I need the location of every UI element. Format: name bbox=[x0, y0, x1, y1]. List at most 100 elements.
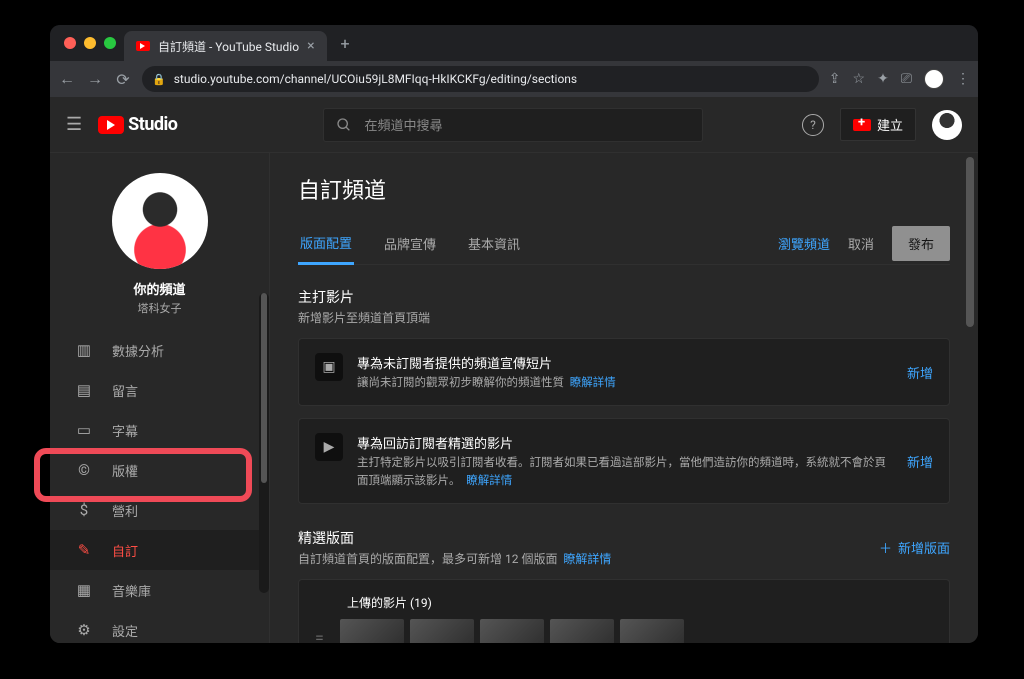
featured-video-card: ▶ 專為回訪訂閱者精選的影片 主打特定影片以吸引訂閱者收看。訂閱者如果已看過這部… bbox=[298, 418, 950, 504]
sidebar-item-label: 營利 bbox=[112, 501, 138, 520]
uploads-title: 上傳的影片 (19) bbox=[347, 594, 933, 611]
featured-sections-header: 精選版面 自訂頻道首頁的版面配置，最多可新增 12 個版面 瞭解詳情 ＋ 新增版… bbox=[298, 528, 950, 567]
url-text: studio.youtube.com/channel/UCOiu59jL8MFI… bbox=[174, 72, 577, 86]
sidebar-item-library[interactable]: ▦ 音樂庫 bbox=[50, 570, 269, 610]
sidebar-item-comment[interactable]: ▤留言 bbox=[50, 370, 269, 410]
share-icon[interactable]: ⇪ bbox=[829, 71, 841, 87]
window-controls[interactable] bbox=[58, 37, 124, 49]
tab-strip: 自訂頻道 - YouTube Studio × + bbox=[50, 25, 978, 61]
featured-sub: 自訂頻道首頁的版面配置，最多可新增 12 個版面 bbox=[298, 552, 557, 566]
sidebar-item-bar-chart[interactable]: ▥ 數據分析 bbox=[50, 330, 269, 370]
search-icon bbox=[336, 117, 352, 133]
card-title: 專為未訂閱者提供的頻道宣傳短片 bbox=[357, 353, 893, 372]
gear-icon: ⚙ bbox=[74, 621, 94, 639]
bar-chart-icon: ▥ bbox=[74, 341, 94, 359]
sidebar-item-gear[interactable]: ⚙ 設定 bbox=[50, 610, 269, 643]
learn-more-link[interactable]: 瞭解詳情 bbox=[466, 473, 512, 487]
uploads-section: 上傳的影片 (19) = 2:120:351:260:101:19 bbox=[298, 579, 950, 643]
address-bar[interactable]: 🔒 studio.youtube.com/channel/UCOiu59jL8M… bbox=[142, 66, 819, 92]
library-icon: ▦ bbox=[74, 581, 94, 599]
new-tab-button[interactable]: + bbox=[341, 34, 350, 53]
studio-logo[interactable]: Studio bbox=[98, 114, 177, 135]
add-button[interactable]: 新增 bbox=[907, 363, 933, 382]
sidebar-item-label: 數據分析 bbox=[112, 341, 164, 360]
learn-more-link[interactable]: 瞭解詳情 bbox=[563, 552, 611, 566]
sidebar-item-copyright[interactable]: © 版權 bbox=[50, 450, 269, 490]
video-icon: ▶ bbox=[315, 433, 343, 461]
dollar-icon: $ bbox=[74, 501, 94, 519]
forward-icon[interactable]: → bbox=[86, 69, 104, 89]
app-header: ☰ Studio 在頻道中搜尋 ? 建立 bbox=[50, 97, 978, 153]
video-thumbnail[interactable]: 1:19 bbox=[620, 619, 684, 643]
main-scrollbar[interactable] bbox=[966, 157, 974, 327]
more-icon[interactable]: ⋮ bbox=[956, 71, 970, 87]
user-avatar[interactable] bbox=[932, 110, 962, 140]
add-section-label: 新增版面 bbox=[898, 538, 950, 557]
sidebar-item-label: 設定 bbox=[112, 621, 138, 640]
search-input[interactable]: 在頻道中搜尋 bbox=[323, 108, 703, 142]
tab-branding[interactable]: 品牌宣傳 bbox=[382, 224, 438, 263]
video-thumbnail[interactable]: 0:10 bbox=[550, 619, 614, 643]
featured-title: 精選版面 bbox=[298, 528, 611, 548]
publish-button[interactable]: 發布 bbox=[892, 226, 950, 261]
channel-trailer-card: ▣ 專為未訂閱者提供的頻道宣傳短片 讓尚未訂閱的觀眾初步瞭解你的頻道性質 瞭解詳… bbox=[298, 338, 950, 406]
youtube-logo-icon bbox=[98, 116, 124, 134]
sidebar: 你的頻道 塔科女子 ▥數據分析▤留言▭字幕©版權$營利✎自訂▦音樂庫⚙設定⚑提供… bbox=[50, 153, 270, 643]
close-window-icon[interactable] bbox=[64, 37, 76, 49]
wand-icon: ✎ bbox=[74, 541, 94, 559]
sidebar-item-dollar[interactable]: $ 營利 bbox=[50, 490, 269, 530]
comment-icon: ▤ bbox=[74, 381, 94, 399]
tab-basic-info[interactable]: 基本資訊 bbox=[466, 224, 522, 263]
star-icon[interactable]: ☆ bbox=[853, 71, 866, 87]
browser-window: 自訂頻道 - YouTube Studio × + ← → ⟳ 🔒 studio… bbox=[50, 25, 978, 643]
search-placeholder: 在頻道中搜尋 bbox=[364, 115, 442, 134]
create-button[interactable]: 建立 bbox=[840, 108, 916, 141]
help-icon[interactable]: ? bbox=[802, 114, 824, 136]
copyright-icon: © bbox=[74, 461, 94, 479]
lock-icon: 🔒 bbox=[152, 73, 166, 86]
spotlight-section: 主打影片 新增影片至頻道首頁頂端 ▣ 專為未訂閱者提供的頻道宣傳短片 讓尚未訂閱… bbox=[298, 287, 950, 504]
sidebar-item-label: 音樂庫 bbox=[112, 581, 151, 600]
logo-text: Studio bbox=[128, 114, 177, 135]
sidebar-item-subtitles[interactable]: ▭字幕 bbox=[50, 410, 269, 450]
channel-name: 塔科女子 bbox=[50, 300, 269, 316]
drag-handle-icon[interactable]: = bbox=[315, 628, 324, 643]
browser-toolbar: ← → ⟳ 🔒 studio.youtube.com/channel/UCOiu… bbox=[50, 61, 978, 97]
sidebar-item-label: 字幕 bbox=[112, 421, 138, 440]
cancel-button[interactable]: 取消 bbox=[848, 234, 874, 253]
channel-block[interactable]: 你的頻道 塔科女子 bbox=[50, 165, 269, 330]
sidebar-item-label: 自訂 bbox=[112, 541, 138, 560]
card-title: 專為回訪訂閱者精選的影片 bbox=[357, 433, 893, 452]
profile-avatar-icon[interactable] bbox=[924, 69, 944, 89]
add-button[interactable]: 新增 bbox=[907, 452, 933, 471]
tab-title: 自訂頻道 - YouTube Studio bbox=[158, 38, 299, 55]
card-desc: 讓尚未訂閱的觀眾初步瞭解你的頻道性質 bbox=[357, 375, 564, 389]
spotlight-sub: 新增影片至頻道首頁頂端 bbox=[298, 309, 950, 326]
menu-icon[interactable]: ☰ bbox=[66, 114, 82, 135]
film-icon: ▣ bbox=[315, 353, 343, 381]
learn-more-link[interactable]: 瞭解詳情 bbox=[570, 375, 616, 389]
plus-icon: ＋ bbox=[879, 538, 892, 557]
browser-tab[interactable]: 自訂頻道 - YouTube Studio × bbox=[124, 31, 327, 61]
channel-title: 你的頻道 bbox=[50, 279, 269, 298]
main-content: 自訂頻道 版面配置 品牌宣傳 基本資訊 瀏覽頻道 取消 發布 主打影片 新增影片… bbox=[270, 153, 978, 643]
extensions-icon[interactable]: ✦ bbox=[877, 71, 889, 87]
view-channel-link[interactable]: 瀏覽頻道 bbox=[778, 234, 830, 253]
tab-layout[interactable]: 版面配置 bbox=[298, 223, 354, 265]
sidebar-scrollbar[interactable] bbox=[259, 293, 269, 593]
close-tab-icon[interactable]: × bbox=[307, 38, 314, 54]
sidebar-item-label: 版權 bbox=[112, 461, 138, 480]
video-thumbnail[interactable]: 0:35 bbox=[410, 619, 474, 643]
cast-icon[interactable]: ⎚ bbox=[901, 71, 912, 87]
sidebar-item-wand[interactable]: ✎ 自訂 bbox=[50, 530, 269, 570]
back-icon[interactable]: ← bbox=[58, 69, 76, 89]
page-title: 自訂頻道 bbox=[298, 173, 950, 205]
minimize-window-icon[interactable] bbox=[84, 37, 96, 49]
maximize-window-icon[interactable] bbox=[104, 37, 116, 49]
add-section-button[interactable]: ＋ 新增版面 bbox=[879, 538, 950, 557]
card-desc: 主打特定影片以吸引訂閱者收看。訂閱者如果已看過這部影片，當他們造訪你的頻道時，系… bbox=[357, 455, 886, 486]
tabs-row: 版面配置 品牌宣傳 基本資訊 瀏覽頻道 取消 發布 bbox=[298, 223, 950, 265]
video-thumbnail[interactable]: 2:12 bbox=[340, 619, 404, 643]
video-thumbnail[interactable]: 1:26 bbox=[480, 619, 544, 643]
reload-icon[interactable]: ⟳ bbox=[114, 70, 132, 89]
